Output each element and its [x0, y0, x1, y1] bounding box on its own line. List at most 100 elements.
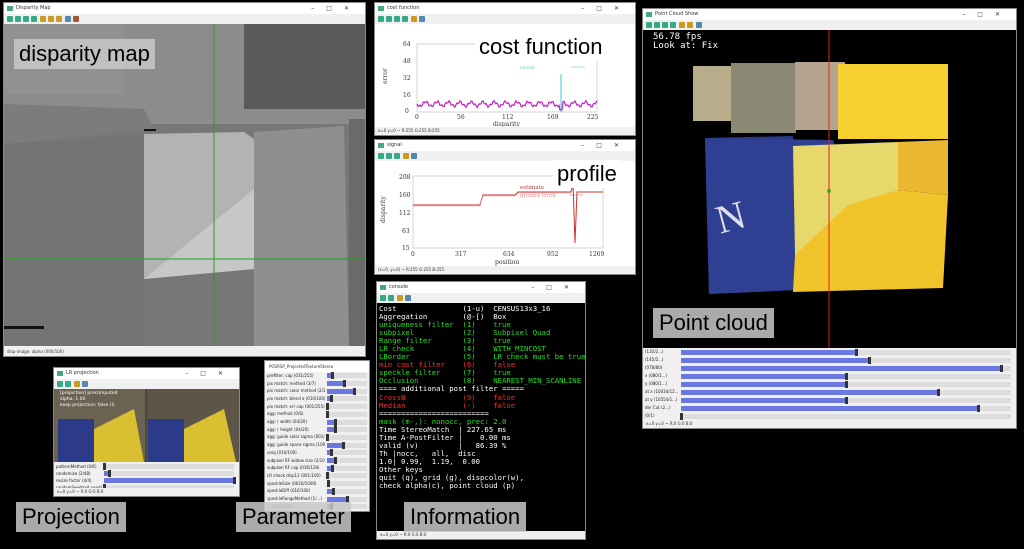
slider-handle[interactable]	[854, 348, 858, 356]
disparity-map-window[interactable]: Disparity Map –□✕ disparity map disp-ima…	[3, 2, 366, 357]
slider-handle[interactable]	[352, 387, 356, 395]
slider-handle[interactable]	[868, 356, 872, 364]
slider-handle[interactable]	[326, 480, 330, 488]
title-bar[interactable]: Disparity Map –□✕	[4, 3, 365, 14]
slider-track[interactable]	[681, 364, 1011, 372]
title-bar[interactable]: Point Cloud Show –□✕	[643, 9, 1016, 20]
lr-projection-window[interactable]: LR projection –□✕ [projection] precomput…	[53, 367, 240, 497]
zoom-in-icon[interactable]	[411, 16, 417, 22]
slider-track[interactable]	[326, 472, 367, 480]
zoom-out-icon[interactable]	[48, 16, 54, 22]
save-icon[interactable]	[696, 22, 702, 28]
slider-track[interactable]	[327, 372, 367, 380]
slider-handle[interactable]	[330, 395, 333, 403]
slider-track[interactable]	[681, 396, 1011, 404]
slider-handle[interactable]	[334, 457, 337, 465]
slider-track[interactable]	[104, 470, 234, 477]
slider-handle[interactable]	[103, 463, 106, 470]
slider-handle[interactable]	[332, 487, 336, 495]
slider-track[interactable]	[681, 356, 1011, 364]
slider-handle[interactable]	[330, 449, 333, 457]
pan-up-icon[interactable]	[394, 153, 400, 159]
pan-right-icon[interactable]	[654, 22, 660, 28]
slider-track[interactable]	[681, 380, 1011, 388]
slider-track[interactable]	[681, 348, 1011, 356]
slider-track[interactable]	[680, 412, 1011, 420]
zoom-out-icon[interactable]	[687, 22, 693, 28]
save-icon[interactable]	[405, 295, 411, 301]
pan-left-icon[interactable]	[57, 381, 63, 387]
pan-right-icon[interactable]	[386, 16, 392, 22]
slider-track[interactable]	[327, 464, 367, 472]
pan-up-icon[interactable]	[394, 16, 400, 22]
point-cloud-window[interactable]: Point Cloud Show –□✕ N 56.78 fps Look at…	[642, 8, 1017, 429]
slider-track[interactable]	[327, 426, 367, 434]
cost-function-window[interactable]: cost function –□✕ 64 48 32 16 0 error 0 …	[374, 2, 636, 136]
slider-track[interactable]	[327, 380, 367, 388]
slider-handle[interactable]	[334, 426, 337, 434]
slider-handle[interactable]	[233, 477, 236, 484]
slider-handle[interactable]	[937, 388, 941, 396]
slider-handle[interactable]	[330, 372, 334, 380]
pan-left-icon[interactable]	[380, 295, 386, 301]
properties-icon[interactable]	[73, 16, 79, 22]
window-controls[interactable]: –□✕	[311, 3, 361, 14]
pan-up-icon[interactable]	[662, 22, 668, 28]
save-icon[interactable]	[411, 153, 417, 159]
slider-track[interactable]	[327, 495, 367, 503]
title-bar[interactable]: POSRSP_ProjectedTextureStereo	[265, 361, 369, 372]
slider-handle[interactable]	[845, 372, 848, 380]
pan-left-icon[interactable]	[646, 22, 652, 28]
slider-track[interactable]	[326, 410, 367, 418]
slider-track[interactable]	[327, 449, 367, 457]
slider-track[interactable]	[327, 487, 367, 495]
title-bar[interactable]: cost function –□✕	[375, 3, 635, 14]
pan-right-icon[interactable]	[388, 295, 394, 301]
zoom-in-icon[interactable]	[74, 381, 80, 387]
slider-track[interactable]	[681, 372, 1011, 380]
title-bar[interactable]: signal –□✕	[375, 140, 635, 151]
slider-track[interactable]	[103, 463, 234, 470]
slider-handle[interactable]	[108, 470, 112, 477]
slider-handle[interactable]	[326, 410, 329, 418]
slider-track[interactable]	[327, 418, 367, 426]
slider-track[interactable]	[681, 388, 1011, 396]
slider-handle[interactable]	[331, 464, 335, 472]
window-controls[interactable]: –□✕	[962, 9, 1012, 20]
zoom-fit-icon[interactable]	[56, 16, 62, 22]
slider-handle[interactable]	[334, 418, 337, 426]
zoom-in-icon[interactable]	[679, 22, 685, 28]
signal-window[interactable]: signal –□✕ 208 160 112 63 15 disparity 0…	[374, 139, 636, 275]
slider-track[interactable]	[327, 441, 367, 449]
slider-handle[interactable]	[326, 403, 330, 411]
slider-handle[interactable]	[680, 412, 683, 420]
slider-track[interactable]	[681, 404, 1011, 412]
slider-handle[interactable]	[845, 380, 848, 388]
pan-left-icon[interactable]	[7, 16, 13, 22]
slider-handle[interactable]	[343, 380, 347, 388]
slider-track[interactable]	[327, 387, 367, 395]
slider-handle[interactable]	[1000, 364, 1004, 372]
pan-left-icon[interactable]	[378, 153, 384, 159]
window-controls[interactable]: –□✕	[581, 140, 631, 151]
slider-handle[interactable]	[326, 433, 330, 441]
save-icon[interactable]	[82, 381, 88, 387]
window-controls[interactable]: –□✕	[531, 282, 581, 293]
slider-handle[interactable]	[977, 404, 980, 412]
window-controls[interactable]: –□✕	[581, 3, 631, 14]
zoom-in-icon[interactable]	[397, 295, 403, 301]
slider-track[interactable]	[326, 403, 367, 411]
slider-track[interactable]	[327, 395, 367, 403]
pan-down-icon[interactable]	[31, 16, 37, 22]
slider-track[interactable]	[326, 433, 367, 441]
title-bar[interactable]: LR projection –□✕	[54, 368, 239, 379]
slider-track[interactable]	[326, 480, 367, 488]
window-controls[interactable]: –□✕	[185, 368, 235, 379]
pan-right-icon[interactable]	[65, 381, 71, 387]
point-cloud-view[interactable]: N 56.78 fps Look at: Fix Point cloud	[643, 30, 1016, 348]
save-icon[interactable]	[419, 16, 425, 22]
save-icon[interactable]	[65, 16, 71, 22]
zoom-in-icon[interactable]	[403, 153, 409, 159]
zoom-in-icon[interactable]	[40, 16, 46, 22]
parameter-window[interactable]: POSRSP_ProjectedTextureStereo prefilter:…	[264, 360, 370, 512]
